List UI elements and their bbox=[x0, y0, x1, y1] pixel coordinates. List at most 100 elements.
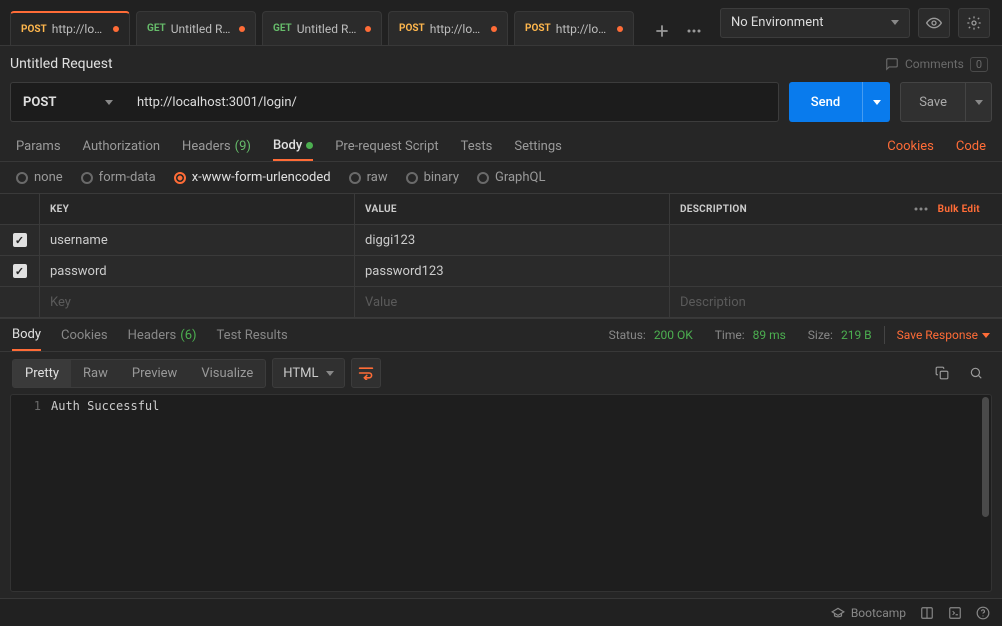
bulk-edit-link[interactable]: Bulk Edit bbox=[938, 204, 980, 215]
tab-overflow-button[interactable] bbox=[680, 17, 708, 45]
cell-description[interactable] bbox=[670, 225, 1002, 255]
tab-params[interactable]: Params bbox=[16, 132, 61, 161]
save-response-button[interactable]: Save Response bbox=[897, 328, 990, 342]
cell-value-placeholder[interactable]: Value bbox=[355, 287, 670, 317]
resp-tab-headers[interactable]: Headers (6) bbox=[128, 319, 197, 351]
code-link[interactable]: Code bbox=[956, 139, 986, 154]
scrollbar[interactable] bbox=[982, 397, 989, 517]
tab-1[interactable]: GET Untitled Re... bbox=[136, 11, 256, 45]
tab-settings[interactable]: Settings bbox=[514, 132, 561, 161]
tab-authorization[interactable]: Authorization bbox=[83, 132, 161, 161]
tab-4[interactable]: POST http://loca... bbox=[514, 11, 634, 45]
response-meta: Status: 200 OK Time: 89 ms Size: 219 B S… bbox=[609, 326, 990, 344]
chevron-down-icon bbox=[873, 100, 881, 105]
cell-value[interactable]: diggi123 bbox=[355, 225, 670, 255]
header-description-label: DESCRIPTION bbox=[680, 204, 747, 215]
dirty-dot-icon bbox=[617, 26, 623, 32]
tab-method: POST bbox=[21, 24, 47, 35]
panes-button[interactable] bbox=[920, 606, 934, 620]
bootcamp-button[interactable]: Bootcamp bbox=[831, 606, 906, 620]
radio-raw[interactable]: raw bbox=[349, 170, 388, 185]
request-subtabs: Params Authorization Headers (9) Body Pr… bbox=[0, 130, 1002, 162]
response-text: Auth Successful bbox=[51, 399, 159, 413]
radio-label: binary bbox=[424, 170, 459, 185]
chevron-down-icon bbox=[105, 100, 113, 105]
radio-form-data[interactable]: form-data bbox=[81, 170, 156, 185]
help-button[interactable] bbox=[976, 606, 990, 620]
send-options-button[interactable] bbox=[862, 82, 890, 122]
search-response-button[interactable] bbox=[962, 359, 990, 387]
console-button[interactable] bbox=[948, 606, 962, 620]
radio-icon bbox=[349, 172, 361, 184]
cell-description-placeholder[interactable]: Description bbox=[670, 287, 1002, 317]
copy-response-button[interactable] bbox=[928, 359, 956, 387]
environment-quicklook-button[interactable] bbox=[918, 8, 950, 38]
view-visualize[interactable]: Visualize bbox=[189, 360, 265, 387]
status-label: Status: bbox=[609, 328, 646, 342]
method-select[interactable]: POST bbox=[10, 82, 125, 122]
cell-description[interactable] bbox=[670, 256, 1002, 286]
resp-tab-cookies[interactable]: Cookies bbox=[61, 319, 108, 351]
response-tabs: Body Cookies Headers (6) Test Results St… bbox=[0, 318, 1002, 352]
tab-method: GET bbox=[273, 23, 292, 34]
cell-key[interactable]: password bbox=[40, 256, 355, 286]
cookies-link[interactable]: Cookies bbox=[887, 139, 934, 154]
line-number: 1 bbox=[11, 399, 51, 413]
resp-tab-test-results[interactable]: Test Results bbox=[217, 319, 288, 351]
status-value: 200 OK bbox=[654, 328, 693, 342]
url-value: http://localhost:3001/login/ bbox=[137, 95, 297, 110]
dirty-dot-icon bbox=[113, 26, 119, 32]
send-button[interactable]: Send bbox=[789, 82, 890, 122]
response-language-select[interactable]: HTML bbox=[272, 358, 345, 388]
cell-value[interactable]: password123 bbox=[355, 256, 670, 286]
chevron-down-icon bbox=[975, 100, 983, 105]
comments-button[interactable]: Comments 0 bbox=[885, 57, 988, 72]
table-row: ✓ password password123 bbox=[0, 256, 1002, 287]
new-tab-button[interactable] bbox=[648, 17, 676, 45]
resp-tab-body[interactable]: Body bbox=[12, 319, 41, 351]
response-body[interactable]: 1Auth Successful bbox=[10, 394, 992, 592]
bootcamp-icon bbox=[831, 606, 845, 620]
tab-headers-count: (9) bbox=[235, 139, 251, 154]
radio-binary[interactable]: binary bbox=[406, 170, 459, 185]
header-description: DESCRIPTION Bulk Edit bbox=[670, 194, 1002, 224]
radio-graphql[interactable]: GraphQL bbox=[477, 170, 545, 185]
save-options-button[interactable] bbox=[965, 83, 991, 121]
settings-button[interactable] bbox=[958, 8, 990, 38]
cell-key-placeholder[interactable]: Key bbox=[40, 287, 355, 317]
radio-x-www-form-urlencoded[interactable]: x-www-form-urlencoded bbox=[174, 170, 331, 185]
view-preview[interactable]: Preview bbox=[120, 360, 189, 387]
radio-none[interactable]: none bbox=[16, 170, 63, 185]
environment-select[interactable]: No Environment bbox=[720, 8, 910, 38]
tabs: POST http://loca... GET Untitled Re... G… bbox=[0, 0, 720, 45]
tab-body[interactable]: Body bbox=[273, 132, 313, 161]
cell-key[interactable]: username bbox=[40, 225, 355, 255]
dirty-dot-icon bbox=[365, 26, 371, 32]
comments-label: Comments bbox=[905, 57, 964, 71]
tab-headers[interactable]: Headers (9) bbox=[182, 132, 251, 161]
radio-label: form-data bbox=[99, 170, 156, 185]
bootcamp-label: Bootcamp bbox=[851, 606, 906, 620]
time-label: Time: bbox=[715, 328, 745, 342]
url-input[interactable]: http://localhost:3001/login/ bbox=[125, 82, 779, 122]
tab-method: GET bbox=[147, 23, 166, 34]
wrap-lines-button[interactable] bbox=[351, 358, 381, 388]
tab-3[interactable]: POST http://loca... bbox=[388, 11, 508, 45]
view-raw[interactable]: Raw bbox=[71, 360, 120, 387]
size-label: Size: bbox=[808, 328, 833, 342]
tab-label: http://loca... bbox=[556, 22, 611, 36]
tab-prerequest[interactable]: Pre-request Script bbox=[335, 132, 438, 161]
request-title-row: Untitled Request Comments 0 bbox=[0, 46, 1002, 82]
row-checkbox[interactable]: ✓ bbox=[13, 233, 27, 247]
table-row-new[interactable]: Key Value Description bbox=[0, 287, 1002, 318]
radio-icon bbox=[81, 172, 93, 184]
table-header: KEY VALUE DESCRIPTION Bulk Edit bbox=[0, 194, 1002, 225]
tab-2[interactable]: GET Untitled Re... bbox=[262, 11, 382, 45]
more-options-button[interactable] bbox=[914, 207, 928, 211]
save-button[interactable]: Save bbox=[900, 82, 992, 122]
row-checkbox[interactable]: ✓ bbox=[13, 264, 27, 278]
request-title: Untitled Request bbox=[10, 56, 113, 72]
tab-0[interactable]: POST http://loca... bbox=[10, 11, 130, 45]
tab-tests[interactable]: Tests bbox=[461, 132, 493, 161]
view-pretty[interactable]: Pretty bbox=[13, 360, 71, 387]
